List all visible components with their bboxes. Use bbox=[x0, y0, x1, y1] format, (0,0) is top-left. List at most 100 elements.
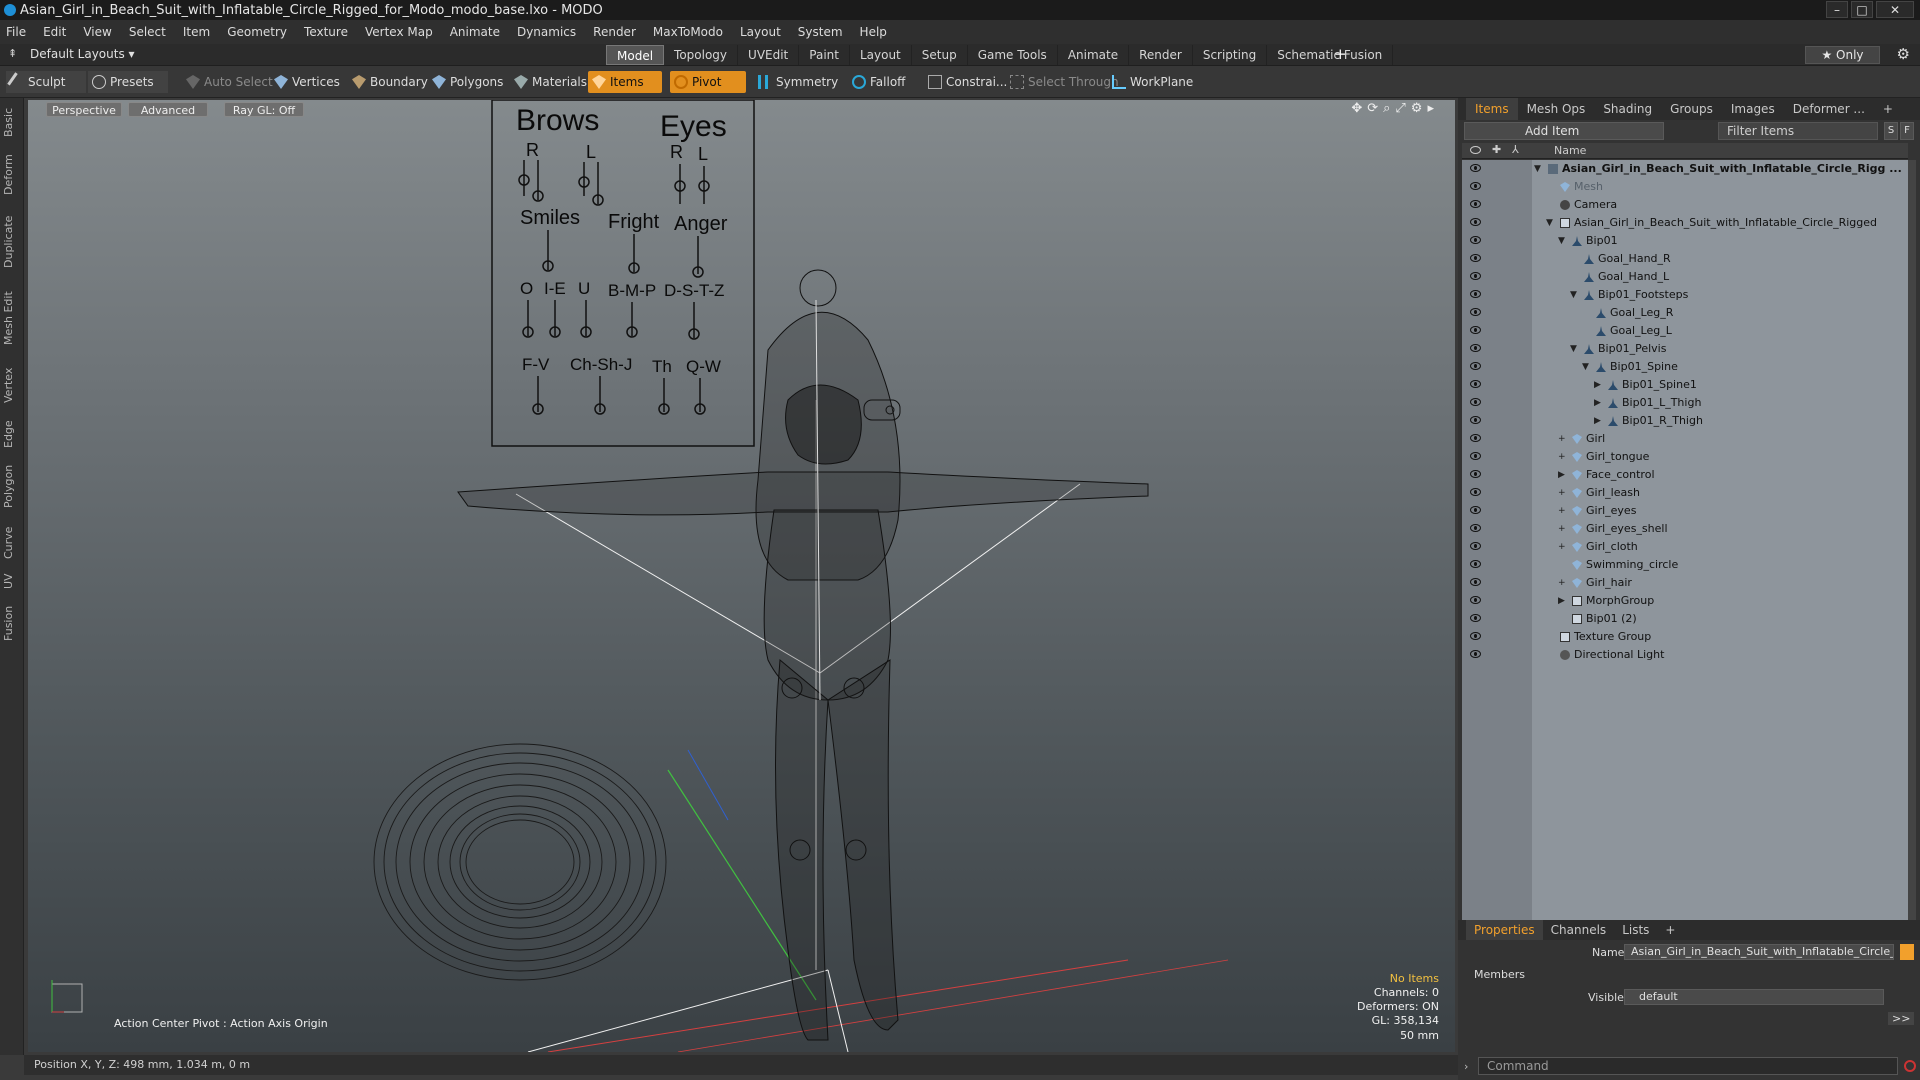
left-tab-curve[interactable]: Curve bbox=[2, 520, 22, 565]
menu-animate[interactable]: Animate bbox=[450, 25, 500, 39]
visibility-eye-icon[interactable] bbox=[1470, 506, 1481, 514]
expand-arrow-icon[interactable]: ▼ bbox=[1570, 340, 1577, 358]
visibility-eye-icon[interactable] bbox=[1470, 596, 1481, 604]
tree-row[interactable]: ▼ Bip01_Pelvis bbox=[1462, 340, 1908, 358]
menu-render[interactable]: Render bbox=[593, 25, 636, 39]
left-tab-uv[interactable]: UV bbox=[2, 569, 22, 593]
expand-arrow-icon[interactable]: ▶ bbox=[1558, 592, 1565, 610]
more-button[interactable]: >> bbox=[1888, 1012, 1915, 1025]
properties-add-tab-button[interactable]: + bbox=[1657, 920, 1683, 940]
visibility-eye-icon[interactable] bbox=[1470, 398, 1481, 406]
tab-schematic-fusion[interactable]: Schematic Fusion bbox=[1267, 45, 1394, 65]
tree-row[interactable]: ▶ MorphGroup bbox=[1462, 592, 1908, 610]
tree-row[interactable]: + Girl_eyes bbox=[1462, 502, 1908, 520]
command-input[interactable]: Command bbox=[1478, 1057, 1898, 1075]
visibility-eye-icon[interactable] bbox=[1470, 380, 1481, 388]
tree-row[interactable]: Directional Light bbox=[1462, 646, 1908, 664]
visibility-eye-icon[interactable] bbox=[1470, 524, 1481, 532]
tab-setup[interactable]: Setup bbox=[912, 45, 968, 65]
constraints-button[interactable]: Constrai... bbox=[924, 71, 1015, 93]
menu-system[interactable]: System bbox=[798, 25, 843, 39]
tree-row[interactable]: + Girl_cloth bbox=[1462, 538, 1908, 556]
tab-game-tools[interactable]: Game Tools bbox=[968, 45, 1058, 65]
expand-arrow-icon[interactable]: + bbox=[1558, 520, 1566, 538]
polygons-button[interactable]: Polygons bbox=[428, 71, 511, 93]
tree-row[interactable]: Goal_Leg_R bbox=[1462, 304, 1908, 322]
menu-vertex-map[interactable]: Vertex Map bbox=[365, 25, 433, 39]
visibility-eye-icon[interactable] bbox=[1470, 578, 1481, 586]
menu-layout[interactable]: Layout bbox=[740, 25, 781, 39]
visibility-eye-icon[interactable] bbox=[1470, 308, 1481, 316]
tab-topology[interactable]: Topology bbox=[664, 45, 739, 65]
tree-scrollbar[interactable] bbox=[1908, 160, 1916, 1000]
symmetry-button[interactable]: Symmetry bbox=[754, 71, 846, 93]
menu-texture[interactable]: Texture bbox=[304, 25, 348, 39]
visibility-eye-icon[interactable] bbox=[1470, 362, 1481, 370]
expand-arrow-icon[interactable]: + bbox=[1558, 538, 1566, 556]
tree-row[interactable]: Goal_Hand_L bbox=[1462, 268, 1908, 286]
expand-arrow-icon[interactable]: ▼ bbox=[1582, 358, 1589, 376]
menu-dynamics[interactable]: Dynamics bbox=[517, 25, 576, 39]
members-label[interactable]: Members bbox=[1474, 968, 1525, 981]
visibility-eye-icon[interactable] bbox=[1470, 614, 1481, 622]
menu-geometry[interactable]: Geometry bbox=[227, 25, 287, 39]
tree-row[interactable]: ▼ Asian_Girl_in_Beach_Suit_with_Inflatabl… bbox=[1462, 160, 1908, 178]
3d-viewport[interactable]: Perspective Advanced Ray GL: Off ✥⟳⌕⤢⚙▸ … bbox=[28, 100, 1455, 1052]
visibility-eye-icon[interactable] bbox=[1470, 488, 1481, 496]
tree-row[interactable]: Goal_Leg_L bbox=[1462, 322, 1908, 340]
expand-arrow-icon[interactable]: + bbox=[1558, 430, 1566, 448]
expand-arrow-icon[interactable]: + bbox=[1558, 502, 1566, 520]
tree-row[interactable]: ▼ Bip01_Footsteps bbox=[1462, 286, 1908, 304]
name-column-header[interactable]: Name bbox=[1554, 144, 1586, 157]
sculpt-button[interactable]: Sculpt bbox=[6, 71, 86, 93]
tab-scripting[interactable]: Scripting bbox=[1193, 45, 1268, 65]
tree-row[interactable]: + Girl_tongue bbox=[1462, 448, 1908, 466]
visibility-eye-icon[interactable] bbox=[1470, 470, 1481, 478]
visibility-eye-icon[interactable] bbox=[1470, 236, 1481, 244]
presets-button[interactable]: Presets bbox=[88, 71, 168, 93]
tree-row[interactable]: Bip01 (2) bbox=[1462, 610, 1908, 628]
expand-arrow-icon[interactable]: ▶ bbox=[1594, 376, 1601, 394]
visibility-eye-icon[interactable] bbox=[1470, 290, 1481, 298]
properties-tab-lists[interactable]: Lists bbox=[1614, 920, 1657, 940]
tree-row[interactable]: + Girl bbox=[1462, 430, 1908, 448]
visibility-eye-icon[interactable] bbox=[1470, 182, 1481, 190]
falloff-button[interactable]: Falloff bbox=[848, 71, 913, 93]
menu-file[interactable]: File bbox=[6, 25, 26, 39]
properties-tab-channels[interactable]: Channels bbox=[1543, 920, 1615, 940]
tree-row[interactable]: ▼ Asian_Girl_in_Beach_Suit_with_Inflatabl… bbox=[1462, 214, 1908, 232]
expand-arrow-icon[interactable]: ▼ bbox=[1534, 160, 1541, 178]
visibility-eye-icon[interactable] bbox=[1470, 632, 1481, 640]
tree-row[interactable]: + Girl_hair bbox=[1462, 574, 1908, 592]
visibility-eye-icon[interactable] bbox=[1470, 254, 1481, 262]
left-tab-fusion[interactable]: Fusion bbox=[2, 597, 22, 649]
expand-arrow-icon[interactable]: + bbox=[1558, 448, 1566, 466]
vertices-button[interactable]: Vertices bbox=[270, 71, 348, 93]
menu-maxtomodo[interactable]: MaxToModo bbox=[653, 25, 723, 39]
left-tab-deform[interactable]: Deform bbox=[2, 149, 22, 201]
visibility-eye-icon[interactable] bbox=[1470, 272, 1481, 280]
maximize-button[interactable]: □ bbox=[1851, 1, 1873, 18]
tree-row[interactable]: ▶ Bip01_L_Thigh bbox=[1462, 394, 1908, 412]
only-button[interactable]: ★ Only bbox=[1805, 46, 1880, 64]
auto-select-button[interactable]: Auto Select bbox=[182, 71, 281, 93]
workplane-button[interactable]: WorkPlane bbox=[1108, 71, 1201, 93]
gear-icon[interactable]: ⚙ bbox=[1897, 45, 1910, 63]
filter-items-input[interactable]: Filter Items bbox=[1718, 122, 1878, 140]
visible-dropdown[interactable]: default bbox=[1624, 989, 1884, 1005]
visibility-eye-icon[interactable] bbox=[1470, 452, 1481, 460]
left-tab-duplicate[interactable]: Duplicate bbox=[2, 205, 22, 278]
expand-arrow-icon[interactable]: ▶ bbox=[1558, 466, 1565, 484]
left-tab-vertex[interactable]: Vertex bbox=[2, 359, 22, 411]
visibility-eye-icon[interactable] bbox=[1470, 434, 1481, 442]
items-tab-deformer[interactable]: Deformer ... bbox=[1784, 98, 1874, 120]
add-item-dropdown[interactable]: Add Item bbox=[1464, 122, 1664, 140]
items-button[interactable]: Items bbox=[588, 71, 662, 93]
menu-select[interactable]: Select bbox=[129, 25, 166, 39]
visibility-eye-icon[interactable] bbox=[1470, 164, 1481, 172]
items-tab-mesh-ops[interactable]: Mesh Ops bbox=[1518, 98, 1595, 120]
expand-arrow-icon[interactable]: ▼ bbox=[1570, 286, 1577, 304]
tree-row[interactable]: ▶ Bip01_R_Thigh bbox=[1462, 412, 1908, 430]
visibility-eye-icon[interactable] bbox=[1470, 326, 1481, 334]
visibility-eye-icon[interactable] bbox=[1470, 200, 1481, 208]
